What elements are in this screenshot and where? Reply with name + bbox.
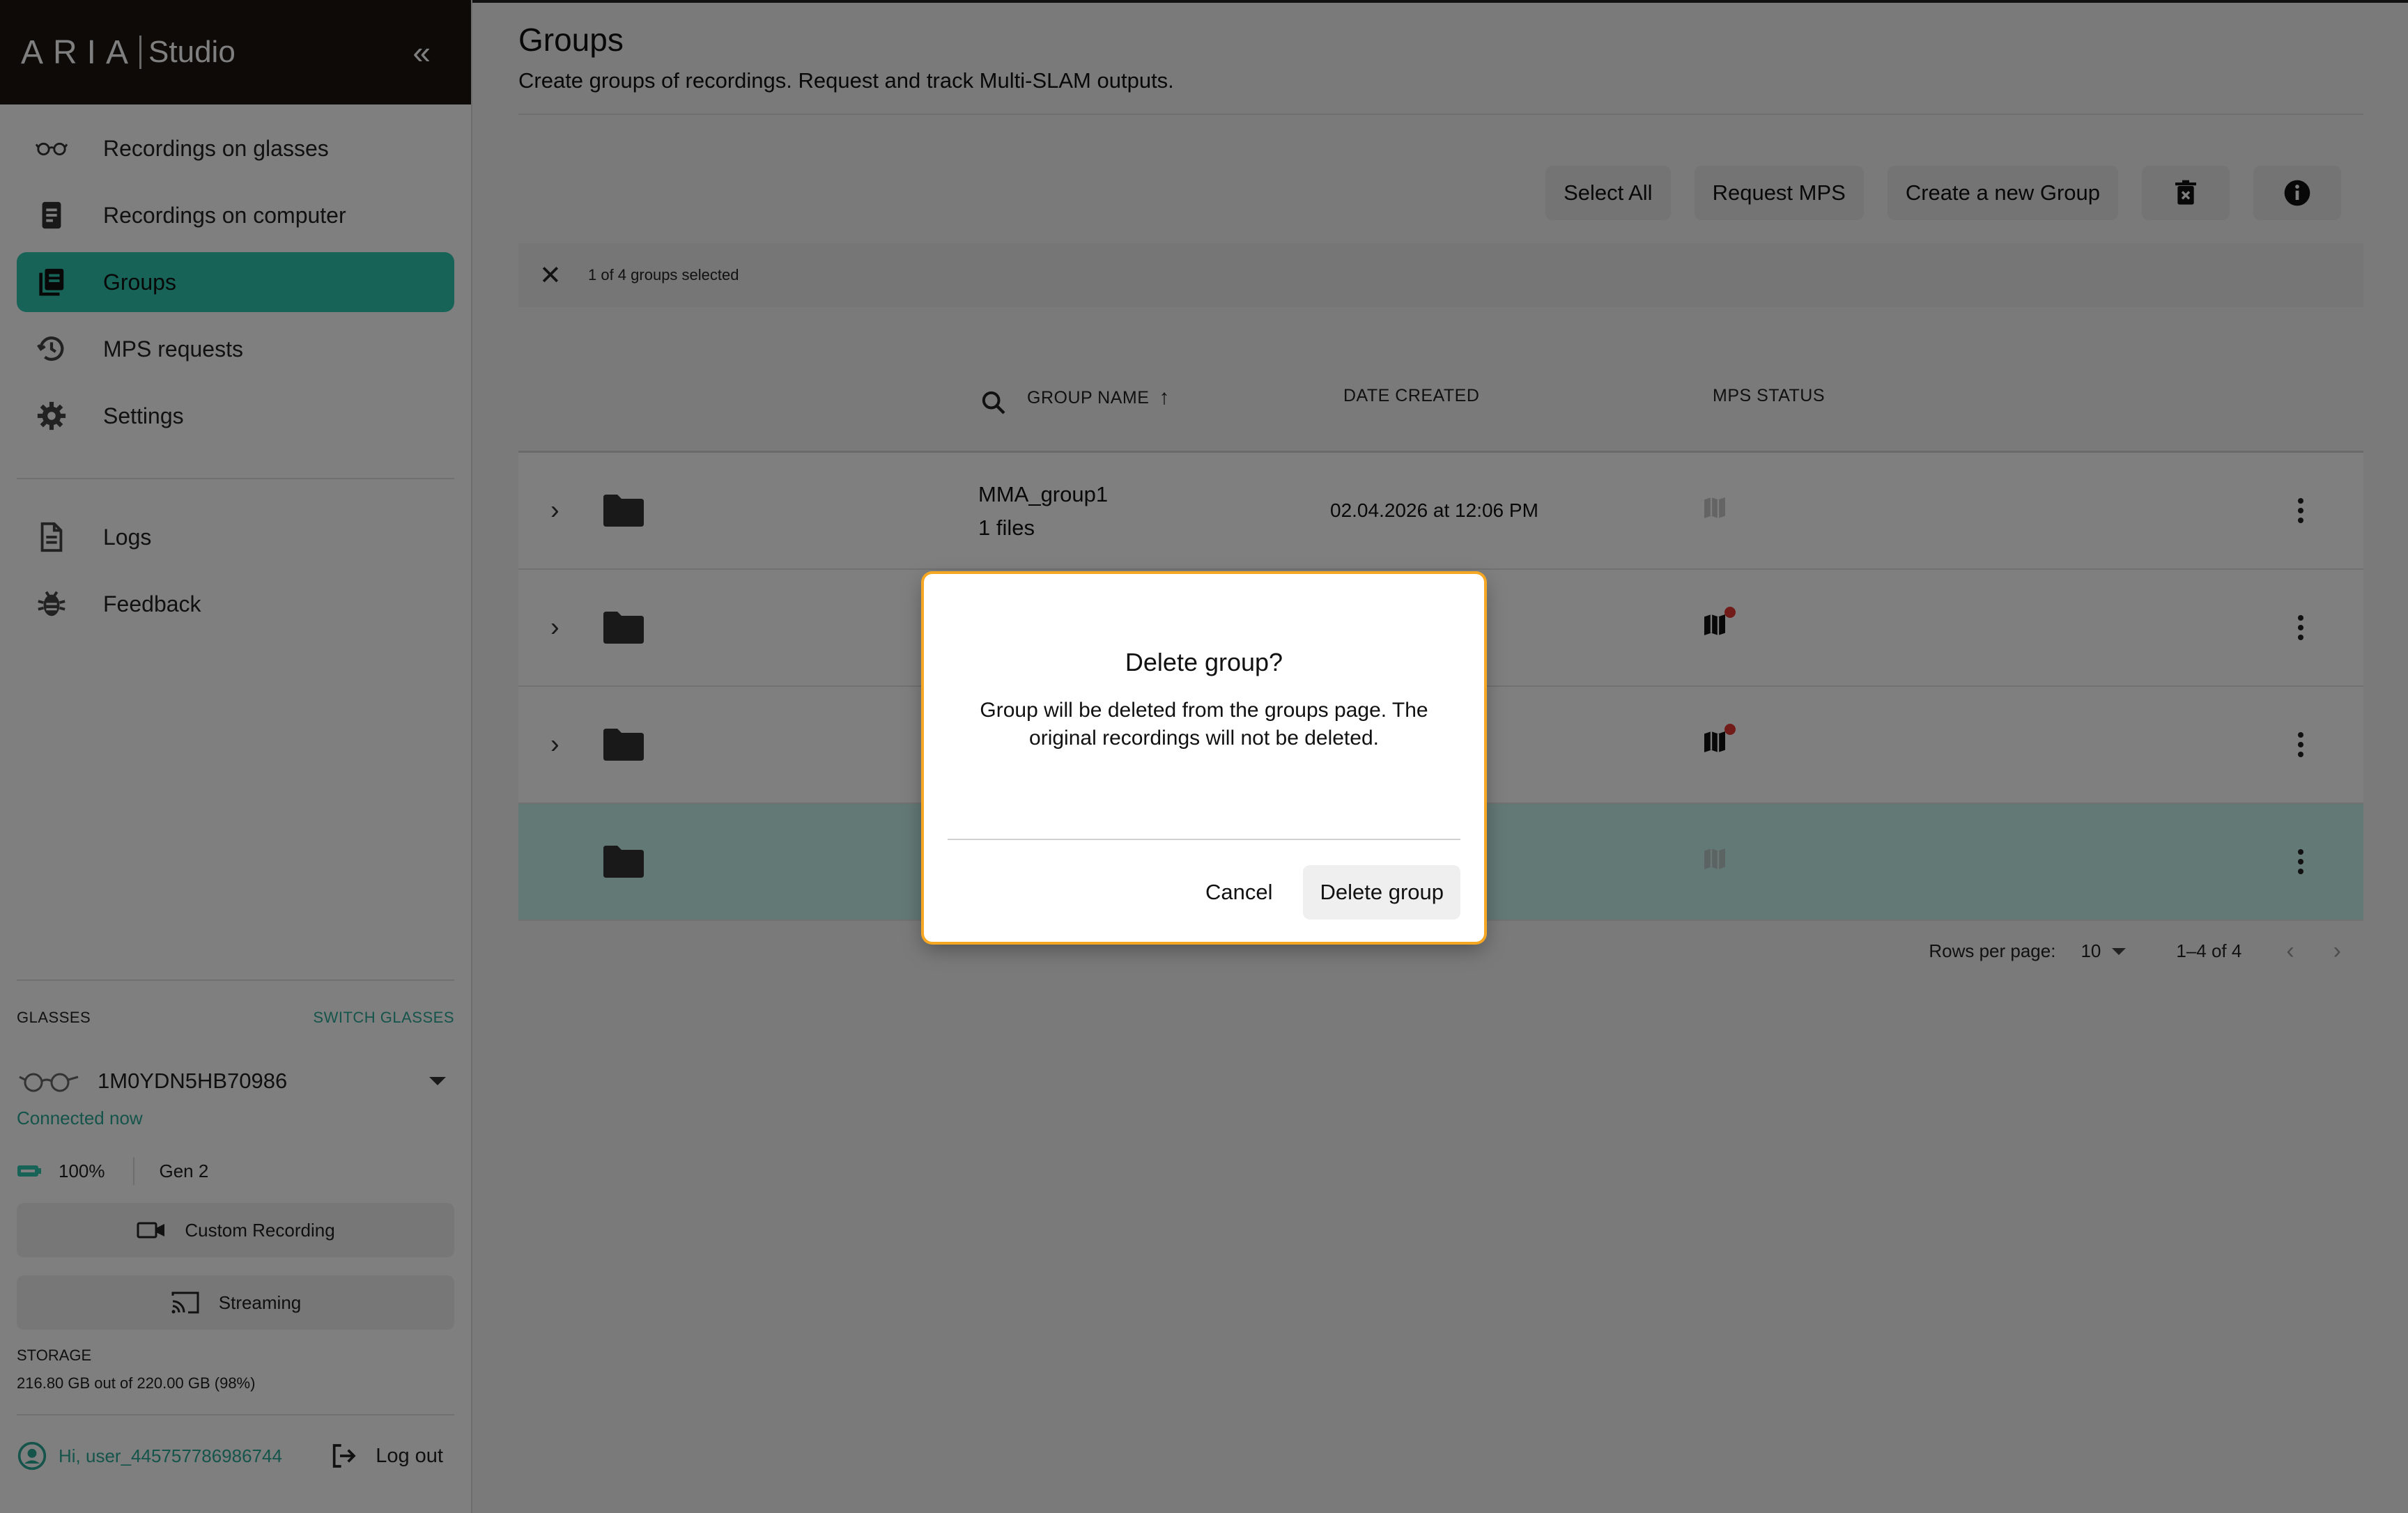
app-root: ARIA Studio « Recordings on glasses Reco… (0, 0, 2408, 1513)
cancel-button[interactable]: Cancel (1187, 865, 1291, 920)
delete-group-dialog: Delete group? Group will be deleted from… (924, 574, 1484, 942)
dialog-title: Delete group? (1125, 648, 1283, 676)
dialog-actions: Cancel Delete group (1187, 865, 1460, 920)
dialog-divider (948, 839, 1460, 840)
dialog-message: Group will be deleted from the groups pa… (980, 699, 1428, 750)
delete-group-button[interactable]: Delete group (1303, 865, 1460, 920)
